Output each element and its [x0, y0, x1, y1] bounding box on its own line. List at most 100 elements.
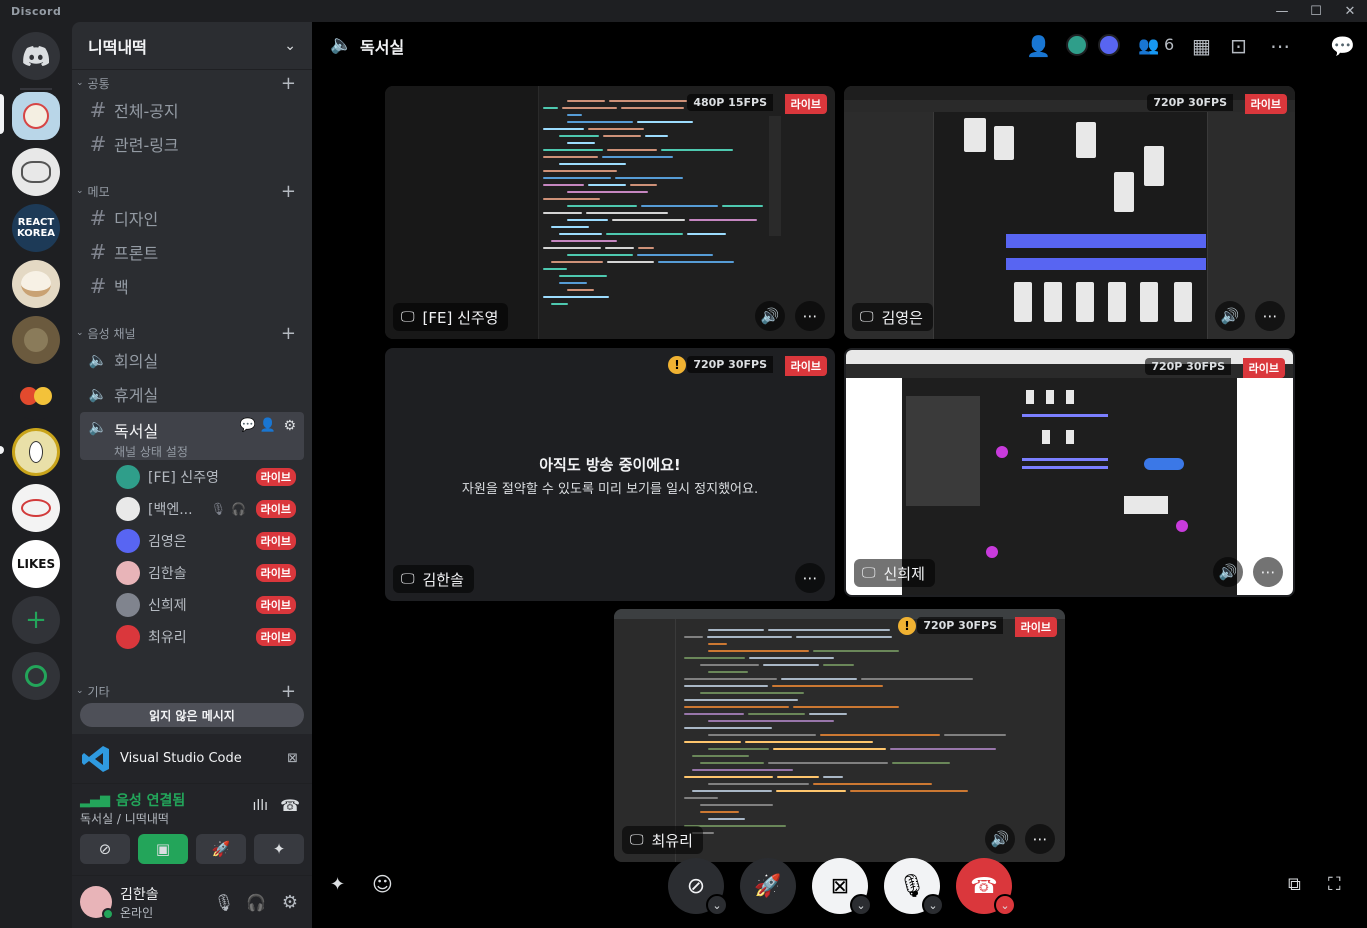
add-channel-icon[interactable]: + [281, 323, 296, 344]
noise-suppression-icon[interactable]: ıllı [252, 798, 268, 814]
stream-name-tag: 🖵 신희제 [854, 559, 935, 587]
voice-user[interactable]: 김한솔 라이브 [116, 558, 304, 588]
stream-more-button[interactable]: ⋯ [795, 563, 825, 593]
stream-tile[interactable]: 720P 30FPS 라이브 🖵 신희제 🔊 ⋯ [844, 348, 1295, 597]
inbox-icon[interactable]: ⊡ [1230, 34, 1247, 58]
channel-front[interactable]: # 프론트 [80, 236, 304, 268]
code-line [684, 657, 745, 659]
stream-volume-button[interactable]: 🔊 [1213, 557, 1243, 587]
stream-more-button[interactable]: ⋯ [1253, 557, 1283, 587]
chevron-down-icon[interactable]: ⌄ [922, 894, 944, 916]
stream-tile[interactable]: 720P 30FPS 라이브 🖵 김영은 🔊 ⋯ [844, 86, 1295, 339]
minimize-button[interactable]: — [1265, 0, 1299, 22]
server-icon-7[interactable] [12, 428, 60, 476]
server-likes[interactable]: LIKES [12, 540, 60, 588]
channel-status-link[interactable]: 채널 상태 설정 [114, 443, 188, 460]
category-etc[interactable]: ⌄ 기타 + [76, 681, 304, 702]
microphone-button[interactable]: 🎙 ⌄ [884, 858, 944, 916]
emoji-icon[interactable]: ☺ [372, 872, 393, 896]
server-icon-4[interactable] [12, 260, 60, 308]
channel-design[interactable]: # 디자인 [80, 202, 304, 234]
add-channel-icon[interactable]: + [281, 181, 296, 202]
user-settings-gear-icon[interactable]: ⚙ [282, 892, 298, 913]
add-server-icon[interactable]: + [12, 596, 60, 644]
voice-user[interactable]: [FE] 신주영 라이브 [116, 462, 304, 492]
soundboard-button[interactable]: ✦ [254, 834, 304, 864]
more-options-icon[interactable]: ⋯ [1270, 34, 1290, 58]
camera-toggle-button[interactable]: ⊘ ⌄ [668, 858, 728, 916]
add-channel-icon[interactable]: + [281, 681, 296, 702]
maximize-button[interactable]: ☐ [1299, 0, 1333, 22]
chat-bubble-icon[interactable]: 💬 [1330, 34, 1355, 58]
discover-icon[interactable] [12, 652, 60, 700]
server-icon-8[interactable] [12, 484, 60, 532]
unread-messages-pill[interactable]: 읽지 않은 메시지 [80, 703, 304, 727]
fullscreen-icon[interactable]: ⛶ [1328, 874, 1341, 895]
code-line [823, 776, 843, 778]
discord-home-button[interactable] [12, 32, 60, 80]
category-memo[interactable]: ⌄ 메모 + [76, 181, 304, 202]
close-button[interactable]: ✕ [1333, 0, 1367, 22]
voice-location[interactable]: 독서실 / 니떡내떡 [80, 810, 169, 827]
chevron-down-icon[interactable]: ⌄ [850, 894, 872, 916]
stream-quality-badge: 720P 30FPS [687, 356, 773, 373]
voice-channel-meeting[interactable]: 🔈 회의실 [80, 344, 304, 376]
stream-tile[interactable]: ! 720P 30FPS 라이브 🖵 최유리 🔊 ⋯ [614, 609, 1065, 862]
close-activity-icon[interactable]: ⊠ [287, 751, 298, 766]
microphone-icon[interactable]: 🎙 [214, 893, 234, 912]
add-channel-icon[interactable]: + [281, 73, 296, 94]
voice-channel-study[interactable]: 🔈 독서실 채널 상태 설정 💬 👤 ⚙ [80, 412, 304, 460]
stream-more-button[interactable]: ⋯ [1025, 824, 1055, 854]
voice-user[interactable]: [백엔... 🎙 🎧 라이브 [116, 494, 304, 524]
server-react-korea[interactable]: REACT KOREA [12, 204, 60, 252]
stream-volume-button[interactable]: 🔊 [985, 824, 1015, 854]
user-panel: 김한솔 온라인 🎙 🎧 ⚙ [72, 876, 312, 928]
chevron-down-icon[interactable]: ⌄ [994, 894, 1016, 916]
activity-launch-button[interactable]: 🚀 [740, 858, 796, 914]
screenshare-button[interactable]: ▣ [138, 834, 188, 864]
grid-layout-icon[interactable]: ▦ [1192, 34, 1211, 58]
stop-screenshare-button[interactable]: ⊠ ⌄ [812, 858, 872, 916]
popout-icon[interactable]: ⧉ [1288, 874, 1301, 895]
participant-avatar[interactable] [1066, 34, 1088, 56]
category-common[interactable]: ⌄ 공통 + [76, 73, 304, 94]
stream-tile[interactable]: 480P 15FPS 라이브 🖵 [FE] 신주영 🔊 ⋯ [385, 86, 835, 339]
voice-user[interactable]: 신희제 라이브 [116, 590, 304, 620]
user-avatar[interactable] [80, 886, 114, 920]
code-line [543, 212, 582, 214]
soundboard-icon[interactable]: ✦ [330, 874, 345, 895]
avatar [116, 625, 140, 649]
activity-button[interactable]: 🚀 [196, 834, 246, 864]
participant-avatar[interactable] [1098, 34, 1120, 56]
stream-more-button[interactable]: ⋯ [1255, 301, 1285, 331]
add-friend-icon[interactable]: 👤 [1026, 34, 1051, 58]
channel-back[interactable]: # 백 [80, 270, 304, 302]
server-icon-5[interactable] [12, 316, 60, 364]
server-icon-6[interactable] [12, 372, 60, 420]
server-icon-1[interactable] [12, 92, 60, 140]
category-voice[interactable]: ⌄ 음성 채널 + [76, 323, 304, 344]
channel-announcements[interactable]: # 전체-공지 [80, 94, 304, 126]
guild-header[interactable]: 니떡내떡 ⌄ [72, 22, 312, 70]
live-badge: 라이브 [255, 468, 296, 486]
leave-call-button[interactable]: ☎ ⌄ [956, 858, 1016, 916]
stream-volume-button[interactable]: 🔊 [755, 301, 785, 331]
invite-icon[interactable]: 👤 [260, 418, 276, 433]
code-line [684, 706, 789, 708]
stream-more-button[interactable]: ⋯ [795, 301, 825, 331]
voice-channel-lounge[interactable]: 🔈 휴게실 [80, 378, 304, 410]
chat-icon[interactable]: 💬 [240, 418, 256, 433]
members-icon[interactable]: 👥 [1138, 34, 1159, 58]
chevron-down-icon[interactable]: ⌄ [706, 894, 728, 916]
server-icon-2[interactable] [12, 148, 60, 196]
stream-volume-button[interactable]: 🔊 [1215, 301, 1245, 331]
channel-links[interactable]: # 관련-링크 [80, 128, 304, 160]
headphones-icon[interactable]: 🎧 [246, 893, 266, 912]
disconnect-icon[interactable]: ☎ [280, 796, 300, 815]
voice-user[interactable]: 최유리 라이브 [116, 622, 304, 652]
stream-tile[interactable]: ! 720P 30FPS 라이브 아직도 방송 중이에요! 자원을 절약할 수 … [385, 348, 835, 601]
voice-user[interactable]: 김영은 라이브 [116, 526, 304, 556]
camera-off-button[interactable]: ⊘ [80, 834, 130, 864]
live-badge: 라이브 [255, 532, 296, 550]
settings-gear-icon[interactable]: ⚙ [283, 418, 296, 434]
